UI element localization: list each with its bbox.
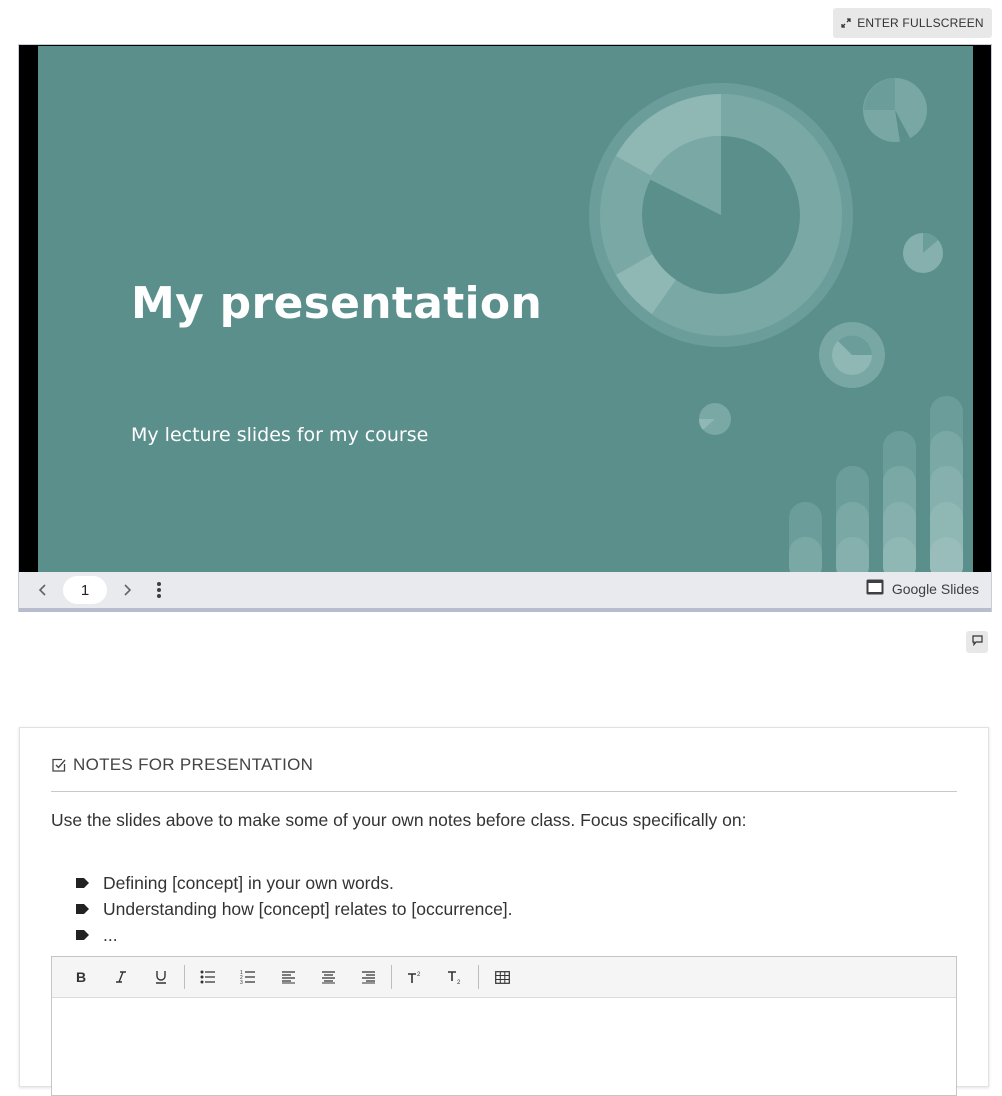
slide-canvas: My presentation My lecture slides for my… xyxy=(38,46,973,572)
italic-button[interactable] xyxy=(101,963,141,991)
svg-text:2: 2 xyxy=(457,980,461,984)
notes-intro: Use the slides above to make some of you… xyxy=(51,810,747,830)
more-vertical-icon[interactable] xyxy=(147,578,171,602)
align-right-button[interactable] xyxy=(348,963,388,991)
comment-button[interactable] xyxy=(966,631,988,653)
tag-bullet-icon xyxy=(76,878,89,888)
google-slides-link[interactable]: Google Slides xyxy=(866,579,979,598)
control-bar-border xyxy=(19,608,991,612)
enter-fullscreen-button[interactable]: ENTER FULLSCREEN xyxy=(833,8,992,38)
tag-bullet-icon xyxy=(76,904,89,914)
subscript-icon: 2 xyxy=(448,971,461,984)
enter-fullscreen-label: ENTER FULLSCREEN xyxy=(857,16,984,30)
slide-subtitle: My lecture slides for my course xyxy=(131,424,429,446)
toolbar-divider xyxy=(184,965,185,989)
bold-button[interactable]: B xyxy=(61,963,101,991)
table-icon xyxy=(494,970,510,984)
toolbar-divider xyxy=(391,965,392,989)
slides-control-bar: 1 Google Slides xyxy=(19,572,991,608)
align-left-icon xyxy=(281,971,295,984)
align-center-button[interactable] xyxy=(308,963,348,991)
numbered-list-icon: 123 xyxy=(240,970,255,984)
slides-embed: My presentation My lecture slides for my… xyxy=(18,44,992,612)
insert-table-button[interactable] xyxy=(482,963,522,991)
slide-title: My presentation xyxy=(131,278,543,329)
notes-text-area[interactable] xyxy=(52,998,956,1094)
list-item: ... xyxy=(76,922,513,948)
svg-text:3: 3 xyxy=(240,980,243,984)
underline-icon xyxy=(156,971,166,984)
bulleted-list-icon xyxy=(200,970,215,984)
notes-header: NOTES FOR PRESENTATION xyxy=(51,754,957,792)
chevron-left-icon[interactable] xyxy=(31,578,55,602)
toolbar-divider xyxy=(478,965,479,989)
list-item: Understanding how [concept] relates to [… xyxy=(76,896,513,922)
subscript-button[interactable]: 2 xyxy=(435,963,475,991)
svg-text:2: 2 xyxy=(417,972,421,978)
checkbox-edit-icon xyxy=(51,757,67,778)
align-left-button[interactable] xyxy=(268,963,308,991)
underline-button[interactable] xyxy=(141,963,181,991)
page-number-input[interactable]: 1 xyxy=(63,576,107,604)
list-item: Defining [concept] in your own words. xyxy=(76,870,513,896)
superscript-button[interactable]: 2 xyxy=(395,963,435,991)
notes-card: NOTES FOR PRESENTATION Use the slides ab… xyxy=(19,727,989,1096)
bullet-text: Understanding how [concept] relates to [… xyxy=(103,898,513,919)
align-center-icon xyxy=(321,971,335,984)
svg-text:B: B xyxy=(76,970,86,984)
numbered-list-button[interactable]: 123 xyxy=(228,963,268,991)
chevron-right-icon[interactable] xyxy=(115,578,139,602)
italic-icon xyxy=(116,971,126,983)
google-slides-label: Google Slides xyxy=(891,580,979,597)
slides-icon xyxy=(866,579,884,598)
notes-editor: B 123 2 2 xyxy=(51,956,957,1096)
bullet-text: ... xyxy=(103,924,118,945)
comment-icon xyxy=(971,633,983,651)
superscript-icon: 2 xyxy=(408,972,421,983)
expand-icon xyxy=(841,18,851,28)
tag-bullet-icon xyxy=(76,930,89,940)
align-right-icon xyxy=(361,971,375,984)
bullet-text: Defining [concept] in your own words. xyxy=(103,872,394,893)
bold-icon: B xyxy=(76,970,86,984)
notes-heading: NOTES FOR PRESENTATION xyxy=(73,755,314,774)
notes-bullet-list: Defining [concept] in your own words. Un… xyxy=(76,870,513,948)
bulleted-list-button[interactable] xyxy=(188,963,228,991)
editor-toolbar: B 123 2 2 xyxy=(52,957,956,998)
